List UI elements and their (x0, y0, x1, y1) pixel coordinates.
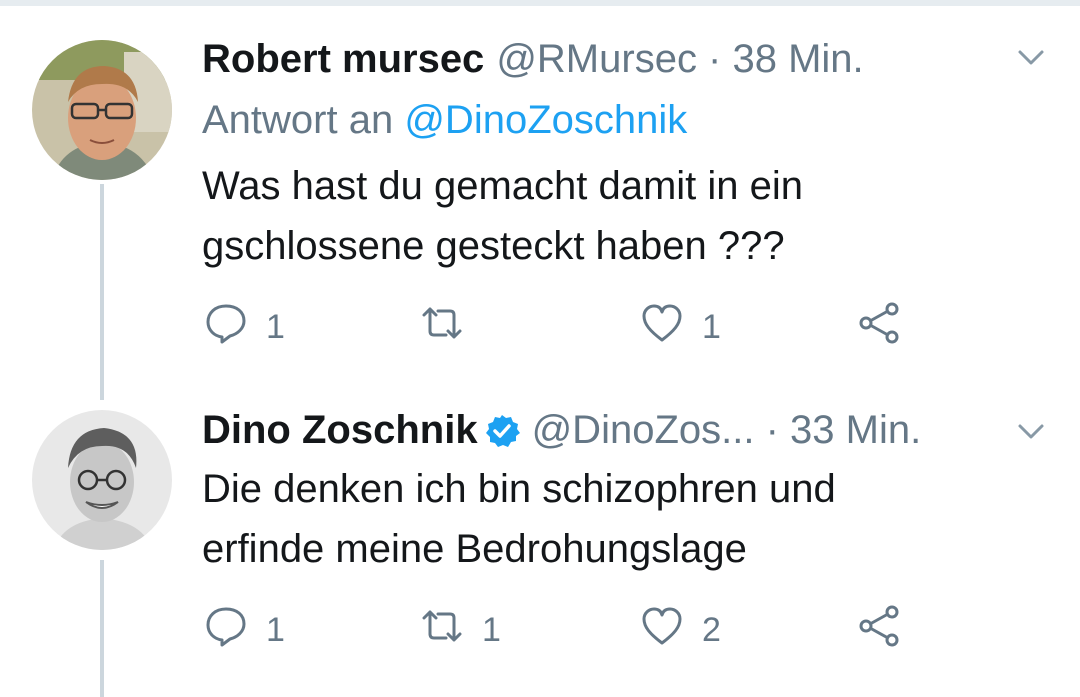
retweet-icon (420, 604, 464, 657)
display-name[interactable]: Dino Zoschnik (202, 406, 478, 454)
tweet-text: Die denken ich bin schizophren und erfin… (202, 459, 1022, 579)
tweet-text-line: Die denken ich bin schizophren und (202, 467, 836, 511)
reply-count: 1 (266, 610, 285, 649)
like-button[interactable]: 1 (640, 302, 721, 352)
reply-prefix: Antwort an (202, 98, 405, 142)
chevron-down-icon[interactable] (1016, 416, 1046, 446)
like-count: 1 (702, 307, 721, 346)
top-divider (0, 0, 1080, 6)
display-name[interactable]: Robert mursec (202, 35, 484, 83)
reply-context: Antwort an @DinoZoschnik (202, 96, 687, 144)
reply-count: 1 (266, 307, 285, 346)
share-button[interactable] (858, 302, 902, 352)
tweet-text-line: gschlossene gesteckt haben ??? (202, 224, 785, 268)
handle-and-time[interactable]: @DinoZos... · 33 Min. (532, 406, 922, 454)
tweet-text: Was hast du gemacht damit in ein gschlos… (202, 156, 1022, 276)
tweet-text-line: erfinde meine Bedrohungslage (202, 527, 747, 571)
tweet-actions: 1 1 2 (202, 605, 922, 655)
heart-icon (640, 604, 684, 657)
retweet-count: 1 (482, 610, 501, 649)
tweet-header: Dino Zoschnik @DinoZos... · 33 Min. (202, 406, 921, 454)
share-icon (858, 604, 902, 657)
thread-line (100, 184, 104, 400)
retweet-button[interactable]: 1 (420, 605, 501, 655)
reply-button[interactable]: 1 (204, 605, 285, 655)
thread-line (100, 560, 104, 697)
share-icon (858, 301, 902, 354)
tweet-text-line: Was hast du gemacht damit in ein (202, 164, 804, 208)
speech-bubble-icon (204, 301, 248, 354)
avatar[interactable] (32, 410, 172, 550)
like-count: 2 (702, 610, 721, 649)
reply-button[interactable]: 1 (204, 302, 285, 352)
tweet-actions: 1 1 (202, 302, 922, 352)
verified-badge-icon (484, 412, 520, 448)
chevron-down-icon[interactable] (1016, 42, 1046, 72)
tweet-header: Robert mursec @RMursec · 38 Min. (202, 35, 864, 83)
share-button[interactable] (858, 605, 902, 655)
retweet-button[interactable] (420, 302, 482, 352)
reply-mention-link[interactable]: @DinoZoschnik (404, 98, 687, 142)
speech-bubble-icon (204, 604, 248, 657)
avatar[interactable] (32, 40, 172, 180)
handle-and-time[interactable]: @RMursec · 38 Min. (496, 35, 863, 83)
like-button[interactable]: 2 (640, 605, 721, 655)
heart-icon (640, 301, 684, 354)
retweet-icon (420, 301, 464, 354)
